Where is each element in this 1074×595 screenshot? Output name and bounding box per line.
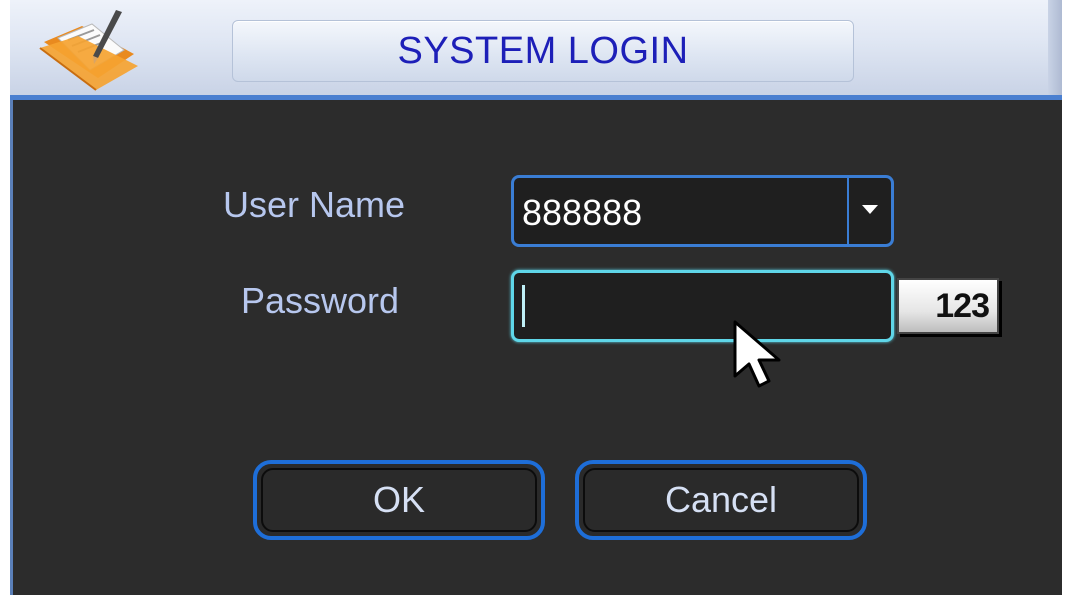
mouse-pointer-icon [733, 320, 781, 388]
folder-pencil-icon [39, 10, 138, 91]
cancel-button[interactable]: Cancel [575, 460, 867, 540]
username-label: User Name [223, 184, 406, 225]
input-method-label: 123 [935, 286, 990, 325]
ok-button-label: OK [372, 479, 425, 520]
chevron-down-icon[interactable] [862, 205, 878, 214]
cancel-button-label: Cancel [664, 479, 778, 520]
title-bar: SYSTEM LOGIN [10, 0, 1062, 100]
title-bar-edge [1048, 0, 1062, 95]
username-value: 888888 [522, 192, 643, 233]
username-select[interactable]: 888888 [511, 175, 894, 247]
dialog-title: SYSTEM LOGIN [397, 29, 689, 72]
title-plaque: SYSTEM LOGIN [232, 20, 854, 82]
ok-button[interactable]: OK [253, 460, 545, 540]
dropdown-separator [847, 178, 849, 244]
login-panel: User Name 888888 Password 123 OK Cancel [10, 100, 1062, 595]
password-input[interactable] [511, 270, 894, 342]
input-method-button[interactable]: 123 [897, 278, 999, 334]
login-dialog: SYSTEM LOGIN User Name 888888 Password 1… [0, 0, 1074, 595]
text-caret [522, 285, 525, 327]
password-label: Password [241, 280, 400, 321]
